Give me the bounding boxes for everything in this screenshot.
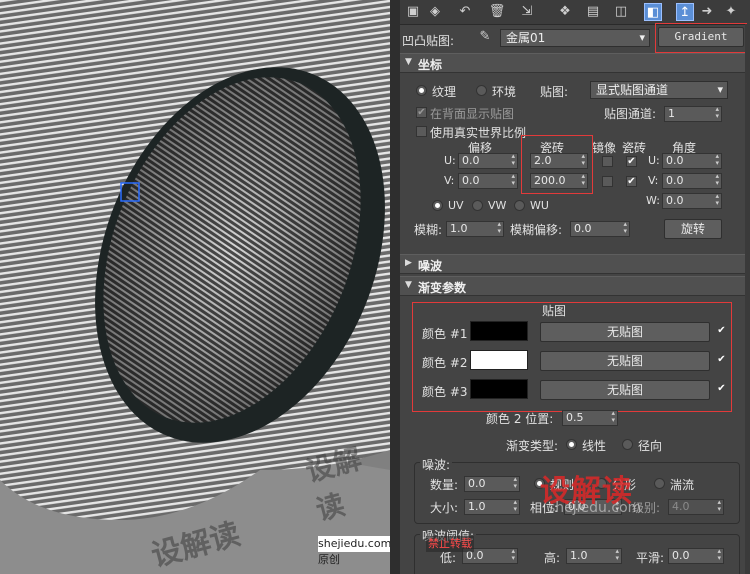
go-forward-icon[interactable]: ➜ [698, 3, 716, 21]
wu-label: WU [530, 199, 549, 212]
blur-label: 模糊: [414, 223, 443, 237]
color2-pos-spinner[interactable]: 0.5 [562, 410, 618, 426]
panel-scrollbar[interactable] [745, 24, 750, 574]
go-to-parent-icon[interactable]: ↥ [676, 3, 694, 21]
wu-radio[interactable] [514, 200, 525, 211]
show-back-checkbox[interactable] [416, 107, 427, 118]
angle-v-label: V: [648, 174, 659, 187]
assign-material-icon[interactable]: ▣ [404, 3, 422, 21]
bump-map-label: 凹凸贴图: [402, 34, 455, 48]
levels-spinner[interactable]: 4.0 [668, 499, 724, 515]
radial-label: 径向 [638, 439, 663, 453]
noise-rollout-header[interactable]: ▶ 噪波 [400, 254, 750, 274]
amount-spinner[interactable]: 0.0 [464, 476, 520, 492]
uv-label: UV [448, 199, 464, 212]
coordinates-rollout-header[interactable]: ▼ 坐标 [400, 53, 750, 73]
angle-w-spinner[interactable]: 0.0 [662, 193, 722, 209]
mapping-label: 贴图: [540, 85, 569, 99]
blur-offset-spinner[interactable]: 0.0 [570, 221, 630, 237]
viewport[interactable]: 设解读 设解读 shejiedu.com原创 [0, 0, 390, 574]
high-spinner[interactable]: 1.0 [566, 548, 622, 564]
mapping-dropdown[interactable]: 显式贴图通道 [590, 81, 728, 99]
material-toolbar: ▣ ◈ ↶ 🗑 ⇲ ❖ ▤ ◫ ◧ ↥ ➜ ✦ [400, 0, 750, 25]
angle-u-label: U: [648, 154, 660, 167]
offset-u-spinner[interactable]: 0.0 [458, 153, 518, 169]
angle-v-spinner[interactable]: 0.0 [662, 173, 722, 189]
high-label: 高: [544, 551, 561, 565]
tile-u-checkbox[interactable] [626, 156, 637, 167]
blur-offset-label: 模糊偏移: [510, 223, 563, 237]
put-to-scene-icon[interactable]: ◈ [426, 3, 444, 21]
watermark-no-repost: 禁止转载 [426, 536, 474, 552]
noise-rollout-title: 噪波 [418, 259, 443, 273]
real-world-checkbox[interactable] [416, 126, 427, 137]
amount-label: 数量: [430, 478, 459, 492]
uv-radio[interactable] [432, 200, 443, 211]
smooth-label: 平滑: [636, 551, 665, 565]
gradient-rollout-header[interactable]: ▼ 渐变参数 [400, 276, 750, 296]
show-background-icon[interactable]: ◧ [644, 3, 662, 21]
show-back-label: 在背面显示贴图 [430, 107, 515, 121]
vw-radio[interactable] [472, 200, 483, 211]
v-label: V: [444, 174, 455, 187]
w-label: W: [646, 194, 660, 207]
mirror-header: 镜像 [592, 141, 617, 155]
map-name-field[interactable]: 金属01 [500, 29, 650, 47]
put-to-library-icon[interactable]: ❖ [556, 3, 574, 21]
tile-header: 瓷砖 [622, 141, 647, 155]
expand-icon: ▶ [405, 258, 412, 268]
show-map-icon[interactable]: ◫ [612, 3, 630, 21]
tile-v-checkbox[interactable] [626, 176, 637, 187]
radial-radio[interactable] [622, 439, 633, 450]
size-label: 大小: [430, 501, 459, 515]
environ-radio[interactable] [476, 85, 487, 96]
texture-radio[interactable] [416, 85, 427, 96]
material-effects-icon[interactable]: ▤ [584, 3, 602, 21]
texture-label: 纹理 [432, 85, 457, 99]
options-icon[interactable]: ✦ [722, 3, 740, 21]
blur-spinner[interactable]: 1.0 [446, 221, 504, 237]
offset-v-spinner[interactable]: 0.0 [458, 173, 518, 189]
watermark-site: shejiedu.com原创 [318, 536, 390, 566]
collapse-icon: ▼ [405, 57, 412, 67]
mirror-v-checkbox[interactable] [602, 176, 613, 187]
environ-label: 环境 [492, 85, 517, 99]
size-spinner[interactable]: 1.0 [464, 499, 520, 515]
eyedropper-icon[interactable]: ✎ [476, 28, 494, 46]
noise-group-label: 噪波: [420, 456, 453, 473]
mirror-u-checkbox[interactable] [602, 156, 613, 167]
color2-pos-label: 颜色 2 位置: [486, 412, 554, 426]
delete-icon[interactable]: 🗑 [488, 3, 506, 21]
turbulence-label: 湍流 [670, 478, 695, 492]
vw-label: VW [488, 199, 507, 212]
u-label: U: [444, 154, 456, 167]
turbulence-radio[interactable] [654, 478, 665, 489]
smooth-spinner[interactable]: 0.0 [668, 548, 724, 564]
map-channel-spinner[interactable]: 1 [664, 106, 722, 122]
coordinates-title: 坐标 [418, 58, 443, 72]
watermark-url: shejiedu.com [548, 500, 642, 516]
highlight-map-type [655, 23, 747, 53]
collapse-icon-2: ▼ [405, 280, 412, 290]
angle-u-spinner[interactable]: 0.0 [662, 153, 722, 169]
highlight-gradient-colors [412, 302, 732, 412]
make-unique-icon[interactable]: ⇲ [518, 3, 536, 21]
highlight-tiling [521, 135, 593, 194]
material-editor-panel: ▣ ◈ ↶ 🗑 ⇲ ❖ ▤ ◫ ◧ ↥ ➜ ✦ 凹凸贴图: ✎ 金属01 Gra… [400, 0, 750, 574]
gradient-type-label: 渐变类型: [506, 439, 559, 453]
gradient-title: 渐变参数 [418, 281, 467, 295]
reset-icon[interactable]: ↶ [456, 3, 474, 21]
linear-radio[interactable] [566, 439, 577, 450]
map-channel-label: 贴图通道: [604, 107, 657, 121]
rotate-button[interactable]: 旋转 [664, 219, 722, 239]
linear-label: 线性 [582, 439, 607, 453]
panel-divider[interactable] [390, 0, 400, 574]
